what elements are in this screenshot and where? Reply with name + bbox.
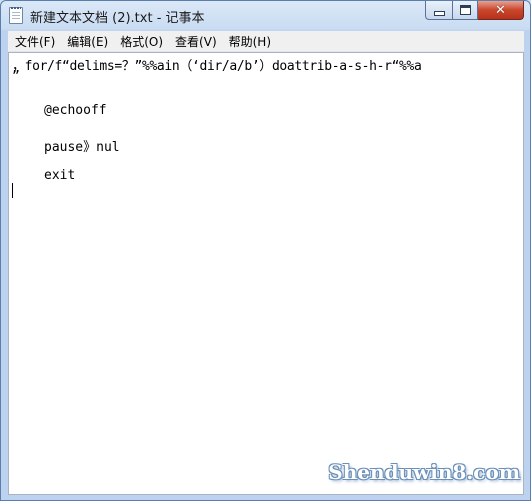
text-editor[interactable]: ，for/f“delims=？”%%ain（‘dir/a/b’）doattrib… bbox=[8, 52, 524, 495]
watermark: Shenduwin8.com bbox=[328, 460, 520, 484]
menu-help[interactable]: 帮助(H) bbox=[222, 33, 276, 50]
editor-line: ” bbox=[12, 69, 20, 84]
menu-format[interactable]: 格式(O) bbox=[113, 33, 168, 50]
maximize-icon bbox=[459, 5, 471, 15]
minimize-icon bbox=[433, 10, 445, 16]
caption-buttons: ✕ bbox=[425, 1, 524, 20]
window-title: 新建文本文档 (2).txt - 记事本 bbox=[30, 11, 205, 26]
menu-view[interactable]: 查看(V) bbox=[168, 33, 222, 50]
editor-line: ，for/f“delims=？”%%ain（‘dir/a/b’）doattrib… bbox=[12, 59, 422, 74]
close-button[interactable]: ✕ bbox=[478, 1, 524, 20]
title-bar[interactable]: 新建文本文档 (2).txt - 记事本 ✕ bbox=[1, 1, 530, 30]
close-icon: ✕ bbox=[495, 2, 506, 18]
editor-line: pause》nul bbox=[44, 140, 120, 155]
editor-line: exit bbox=[44, 168, 76, 183]
menu-bar: 文件(F) 编辑(E) 格式(O) 查看(V) 帮助(H) bbox=[8, 31, 524, 52]
notepad-icon[interactable] bbox=[9, 7, 23, 24]
minimize-button[interactable] bbox=[425, 1, 452, 20]
text-caret bbox=[12, 183, 13, 198]
notepad-window: 新建文本文档 (2).txt - 记事本 ✕ 文件(F) 编辑(E) 格式(O)… bbox=[0, 0, 531, 501]
maximize-button[interactable] bbox=[452, 1, 478, 20]
menu-file[interactable]: 文件(F) bbox=[8, 33, 60, 50]
menu-edit[interactable]: 编辑(E) bbox=[60, 33, 113, 50]
editor-line: @echooff bbox=[44, 103, 107, 118]
